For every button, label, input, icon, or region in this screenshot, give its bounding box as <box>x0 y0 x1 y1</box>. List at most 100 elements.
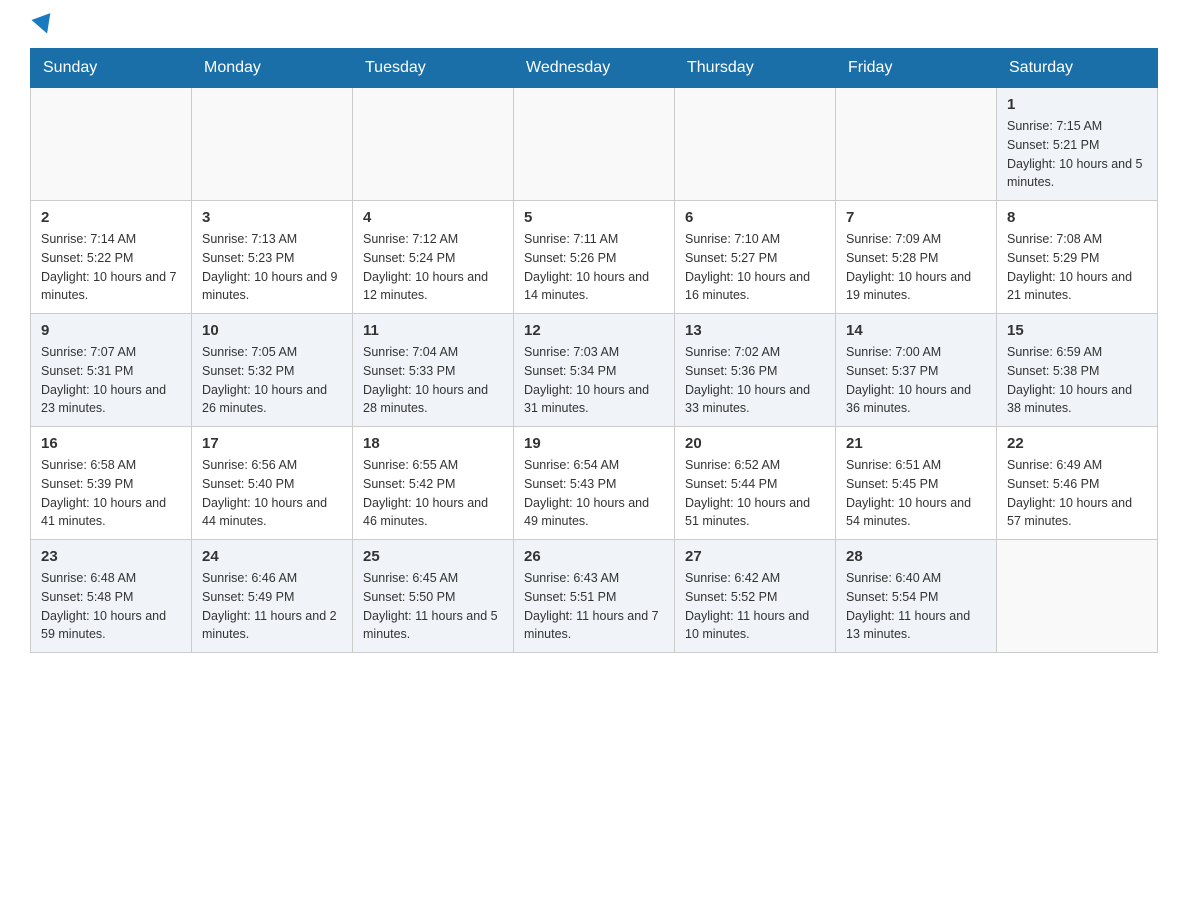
day-info: Sunrise: 7:04 AM Sunset: 5:33 PM Dayligh… <box>363 343 503 418</box>
day-info: Sunrise: 6:45 AM Sunset: 5:50 PM Dayligh… <box>363 569 503 644</box>
day-info: Sunrise: 6:48 AM Sunset: 5:48 PM Dayligh… <box>41 569 181 644</box>
calendar-header-sunday: Sunday <box>31 49 192 88</box>
calendar-empty-cell <box>675 88 836 201</box>
calendar-empty-cell <box>836 88 997 201</box>
day-info: Sunrise: 6:54 AM Sunset: 5:43 PM Dayligh… <box>524 456 664 531</box>
calendar-week-row: 16 Sunrise: 6:58 AM Sunset: 5:39 PM Dayli… <box>31 427 1158 540</box>
day-number: 26 <box>524 548 664 565</box>
day-info: Sunrise: 6:46 AM Sunset: 5:49 PM Dayligh… <box>202 569 342 644</box>
day-number: 19 <box>524 435 664 452</box>
calendar-header-thursday: Thursday <box>675 49 836 88</box>
day-info: Sunrise: 7:14 AM Sunset: 5:22 PM Dayligh… <box>41 230 181 305</box>
day-info: Sunrise: 7:11 AM Sunset: 5:26 PM Dayligh… <box>524 230 664 305</box>
day-number: 23 <box>41 548 181 565</box>
calendar-day-12: 12 Sunrise: 7:03 AM Sunset: 5:34 PM Dayli… <box>514 314 675 427</box>
day-number: 9 <box>41 322 181 339</box>
calendar-day-21: 21 Sunrise: 6:51 AM Sunset: 5:45 PM Dayli… <box>836 427 997 540</box>
calendar-day-28: 28Sunrise: 6:40 AM Sunset: 5:54 PM Dayli… <box>836 540 997 653</box>
day-info: Sunrise: 6:40 AM Sunset: 5:54 PM Dayligh… <box>846 569 986 644</box>
day-info: Sunrise: 7:08 AM Sunset: 5:29 PM Dayligh… <box>1007 230 1147 305</box>
day-number: 11 <box>363 322 503 339</box>
day-number: 12 <box>524 322 664 339</box>
calendar-day-22: 22 Sunrise: 6:49 AM Sunset: 5:46 PM Dayli… <box>997 427 1158 540</box>
day-info: Sunrise: 6:55 AM Sunset: 5:42 PM Dayligh… <box>363 456 503 531</box>
day-number: 5 <box>524 209 664 226</box>
day-info: Sunrise: 7:02 AM Sunset: 5:36 PM Dayligh… <box>685 343 825 418</box>
day-number: 2 <box>41 209 181 226</box>
calendar-day-9: 9Sunrise: 7:07 AM Sunset: 5:31 PM Daylig… <box>31 314 192 427</box>
calendar-header-tuesday: Tuesday <box>353 49 514 88</box>
day-info: Sunrise: 6:59 AM Sunset: 5:38 PM Dayligh… <box>1007 343 1147 418</box>
page-header <box>30 20 1158 38</box>
calendar-day-2: 2 Sunrise: 7:14 AM Sunset: 5:22 PM Daylig… <box>31 201 192 314</box>
calendar-day-5: 5 Sunrise: 7:11 AM Sunset: 5:26 PM Daylig… <box>514 201 675 314</box>
calendar-day-4: 4 Sunrise: 7:12 AM Sunset: 5:24 PM Daylig… <box>353 201 514 314</box>
calendar-day-15: 15 Sunrise: 6:59 AM Sunset: 5:38 PM Dayli… <box>997 314 1158 427</box>
calendar-day-7: 7 Sunrise: 7:09 AM Sunset: 5:28 PM Daylig… <box>836 201 997 314</box>
day-number: 25 <box>363 548 503 565</box>
day-info: Sunrise: 7:09 AM Sunset: 5:28 PM Dayligh… <box>846 230 986 305</box>
day-info: Sunrise: 6:43 AM Sunset: 5:51 PM Dayligh… <box>524 569 664 644</box>
day-number: 18 <box>363 435 503 452</box>
calendar-header-monday: Monday <box>192 49 353 88</box>
day-number: 6 <box>685 209 825 226</box>
logo-triangle-icon <box>32 13 57 37</box>
calendar-day-25: 25 Sunrise: 6:45 AM Sunset: 5:50 PM Dayli… <box>353 540 514 653</box>
day-info: Sunrise: 7:13 AM Sunset: 5:23 PM Dayligh… <box>202 230 342 305</box>
calendar-day-13: 13 Sunrise: 7:02 AM Sunset: 5:36 PM Dayli… <box>675 314 836 427</box>
logo <box>30 20 54 38</box>
day-number: 17 <box>202 435 342 452</box>
calendar-day-10: 10 Sunrise: 7:05 AM Sunset: 5:32 PM Dayli… <box>192 314 353 427</box>
day-info: Sunrise: 7:15 AM Sunset: 5:21 PM Dayligh… <box>1007 117 1147 192</box>
calendar-day-20: 20 Sunrise: 6:52 AM Sunset: 5:44 PM Dayli… <box>675 427 836 540</box>
calendar-header-saturday: Saturday <box>997 49 1158 88</box>
day-number: 20 <box>685 435 825 452</box>
calendar-day-8: 8 Sunrise: 7:08 AM Sunset: 5:29 PM Daylig… <box>997 201 1158 314</box>
calendar-day-26: 26 Sunrise: 6:43 AM Sunset: 5:51 PM Dayli… <box>514 540 675 653</box>
calendar-table: SundayMondayTuesdayWednesdayThursdayFrid… <box>30 48 1158 653</box>
calendar-header-wednesday: Wednesday <box>514 49 675 88</box>
calendar-day-19: 19 Sunrise: 6:54 AM Sunset: 5:43 PM Dayli… <box>514 427 675 540</box>
calendar-week-row: 9Sunrise: 7:07 AM Sunset: 5:31 PM Daylig… <box>31 314 1158 427</box>
day-info: Sunrise: 6:51 AM Sunset: 5:45 PM Dayligh… <box>846 456 986 531</box>
day-number: 14 <box>846 322 986 339</box>
day-info: Sunrise: 7:10 AM Sunset: 5:27 PM Dayligh… <box>685 230 825 305</box>
day-info: Sunrise: 7:00 AM Sunset: 5:37 PM Dayligh… <box>846 343 986 418</box>
day-number: 10 <box>202 322 342 339</box>
calendar-day-14: 14 Sunrise: 7:00 AM Sunset: 5:37 PM Dayli… <box>836 314 997 427</box>
day-info: Sunrise: 7:12 AM Sunset: 5:24 PM Dayligh… <box>363 230 503 305</box>
day-number: 3 <box>202 209 342 226</box>
calendar-day-17: 17 Sunrise: 6:56 AM Sunset: 5:40 PM Dayli… <box>192 427 353 540</box>
day-number: 7 <box>846 209 986 226</box>
calendar-week-row: 2 Sunrise: 7:14 AM Sunset: 5:22 PM Daylig… <box>31 201 1158 314</box>
day-number: 16 <box>41 435 181 452</box>
calendar-day-16: 16 Sunrise: 6:58 AM Sunset: 5:39 PM Dayli… <box>31 427 192 540</box>
calendar-header-row: SundayMondayTuesdayWednesdayThursdayFrid… <box>31 49 1158 88</box>
day-number: 1 <box>1007 96 1147 113</box>
day-number: 13 <box>685 322 825 339</box>
day-info: Sunrise: 6:52 AM Sunset: 5:44 PM Dayligh… <box>685 456 825 531</box>
calendar-week-row: 23 Sunrise: 6:48 AM Sunset: 5:48 PM Dayli… <box>31 540 1158 653</box>
calendar-day-11: 11 Sunrise: 7:04 AM Sunset: 5:33 PM Dayli… <box>353 314 514 427</box>
calendar-day-24: 24Sunrise: 6:46 AM Sunset: 5:49 PM Dayli… <box>192 540 353 653</box>
calendar-day-18: 18 Sunrise: 6:55 AM Sunset: 5:42 PM Dayli… <box>353 427 514 540</box>
day-info: Sunrise: 7:05 AM Sunset: 5:32 PM Dayligh… <box>202 343 342 418</box>
calendar-day-3: 3 Sunrise: 7:13 AM Sunset: 5:23 PM Daylig… <box>192 201 353 314</box>
day-info: Sunrise: 6:56 AM Sunset: 5:40 PM Dayligh… <box>202 456 342 531</box>
calendar-day-1: 1 Sunrise: 7:15 AM Sunset: 5:21 PM Daylig… <box>997 88 1158 201</box>
day-info: Sunrise: 6:58 AM Sunset: 5:39 PM Dayligh… <box>41 456 181 531</box>
day-number: 8 <box>1007 209 1147 226</box>
day-number: 4 <box>363 209 503 226</box>
calendar-day-23: 23 Sunrise: 6:48 AM Sunset: 5:48 PM Dayli… <box>31 540 192 653</box>
day-info: Sunrise: 6:49 AM Sunset: 5:46 PM Dayligh… <box>1007 456 1147 531</box>
calendar-header-friday: Friday <box>836 49 997 88</box>
day-info: Sunrise: 6:42 AM Sunset: 5:52 PM Dayligh… <box>685 569 825 644</box>
day-number: 21 <box>846 435 986 452</box>
calendar-week-row: 1 Sunrise: 7:15 AM Sunset: 5:21 PM Daylig… <box>31 88 1158 201</box>
day-number: 22 <box>1007 435 1147 452</box>
calendar-empty-cell <box>353 88 514 201</box>
calendar-empty-cell <box>31 88 192 201</box>
day-number: 15 <box>1007 322 1147 339</box>
calendar-empty-cell <box>514 88 675 201</box>
day-info: Sunrise: 7:03 AM Sunset: 5:34 PM Dayligh… <box>524 343 664 418</box>
